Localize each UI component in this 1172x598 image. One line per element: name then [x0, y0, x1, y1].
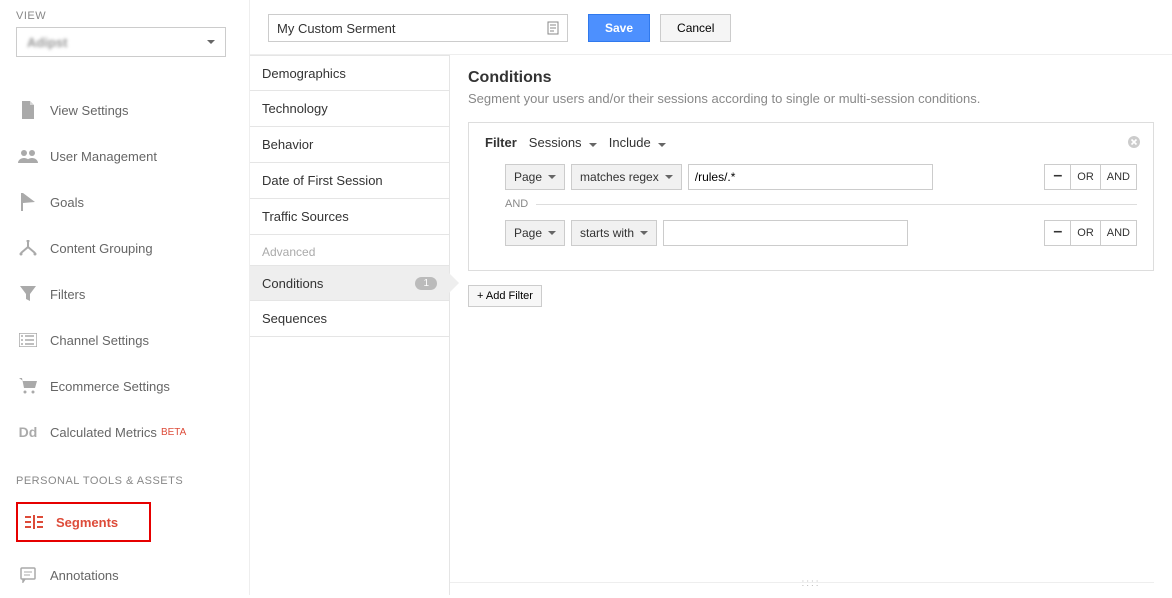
- file-icon: [16, 101, 40, 119]
- nav-filters[interactable]: Filters: [16, 271, 249, 317]
- logic-buttons: – OR AND: [1044, 164, 1137, 190]
- condition-row: Page starts with – OR AND: [505, 220, 1137, 246]
- mode-dropdown[interactable]: Include: [609, 135, 666, 150]
- resize-grip-icon[interactable]: ::::: [801, 578, 820, 589]
- nav-calculated-metrics[interactable]: Dd Calculated Metrics BETA: [16, 409, 249, 455]
- count-badge: 1: [415, 277, 437, 290]
- nav-label: Filters: [50, 287, 85, 302]
- category-list: Demographics Technology Behavior Date of…: [250, 55, 450, 595]
- segment-name-input[interactable]: My Custom Serment: [268, 14, 568, 42]
- caret-down-icon: [548, 231, 556, 235]
- caret-down-icon: [548, 175, 556, 179]
- operator-dropdown[interactable]: matches regex: [571, 164, 682, 190]
- cart-icon: [16, 378, 40, 394]
- scope-dropdown[interactable]: Sessions: [529, 135, 597, 150]
- view-value: Adipst: [27, 35, 67, 50]
- and-separator: AND: [505, 198, 1137, 210]
- remove-row-button[interactable]: –: [1045, 164, 1070, 188]
- nav-ecommerce[interactable]: Ecommerce Settings: [16, 363, 249, 409]
- cat-behavior[interactable]: Behavior: [250, 127, 449, 163]
- channel-icon: [16, 333, 40, 347]
- advanced-header: Advanced: [250, 235, 449, 265]
- and-button[interactable]: AND: [1100, 165, 1136, 189]
- main-panel: Conditions Segment your users and/or the…: [450, 55, 1172, 595]
- or-button[interactable]: OR: [1070, 221, 1100, 245]
- caret-down-icon: [207, 40, 215, 44]
- nav-goals[interactable]: Goals: [16, 179, 249, 225]
- value-input[interactable]: [688, 164, 933, 190]
- remove-filter-icon[interactable]: [1127, 135, 1141, 149]
- add-filter-button[interactable]: + Add Filter: [468, 285, 542, 307]
- or-button[interactable]: OR: [1070, 165, 1100, 189]
- nav-user-management[interactable]: User Management: [16, 133, 249, 179]
- condition-row: Page matches regex – OR AND: [505, 164, 1137, 190]
- filter-block: Filter Sessions Include Page matches reg…: [468, 122, 1154, 271]
- flag-icon: [16, 193, 40, 211]
- caret-down-icon: [640, 231, 648, 235]
- nav-label: Content Grouping: [50, 241, 153, 256]
- filter-label: Filter: [485, 135, 517, 150]
- section-header: PERSONAL TOOLS & ASSETS: [16, 475, 249, 487]
- nav-segments[interactable]: Segments: [18, 504, 149, 540]
- cat-demographics[interactable]: Demographics: [250, 55, 449, 91]
- highlight-box: Segments: [16, 502, 151, 542]
- nav-label: Calculated Metrics: [50, 425, 157, 440]
- nav-content-grouping[interactable]: Content Grouping: [16, 225, 249, 271]
- caret-down-icon: [665, 175, 673, 179]
- grouping-icon: [16, 240, 40, 256]
- page-title: Conditions: [468, 69, 1154, 87]
- nav-label: User Management: [50, 149, 157, 164]
- annotation-icon: [16, 567, 40, 583]
- value-input[interactable]: [663, 220, 908, 246]
- cat-technology[interactable]: Technology: [250, 91, 449, 127]
- logic-buttons: – OR AND: [1044, 220, 1137, 246]
- cat-traffic-sources[interactable]: Traffic Sources: [250, 199, 449, 235]
- left-sidebar: VIEW Adipst View Settings User Managemen…: [0, 0, 250, 595]
- view-selector[interactable]: Adipst: [16, 27, 226, 57]
- segments-icon: [22, 515, 46, 529]
- funnel-icon: [16, 286, 40, 302]
- nav-view-settings[interactable]: View Settings: [16, 87, 249, 133]
- caret-down-icon: [589, 143, 597, 147]
- nav-channel-settings[interactable]: Channel Settings: [16, 317, 249, 363]
- cat-conditions[interactable]: Conditions 1: [250, 265, 449, 301]
- operator-dropdown[interactable]: starts with: [571, 220, 657, 246]
- segment-name-value: My Custom Serment: [277, 21, 395, 36]
- cat-date-first-session[interactable]: Date of First Session: [250, 163, 449, 199]
- nav-label: Annotations: [50, 568, 119, 583]
- caret-down-icon: [658, 143, 666, 147]
- users-icon: [16, 149, 40, 163]
- nav-label: Channel Settings: [50, 333, 149, 348]
- and-button[interactable]: AND: [1100, 221, 1136, 245]
- dd-icon: Dd: [16, 424, 40, 440]
- cancel-button[interactable]: Cancel: [660, 14, 731, 42]
- dimension-dropdown[interactable]: Page: [505, 164, 565, 190]
- nav-label: Goals: [50, 195, 84, 210]
- remove-row-button[interactable]: –: [1045, 220, 1070, 244]
- view-label: VIEW: [16, 10, 249, 22]
- dimension-dropdown[interactable]: Page: [505, 220, 565, 246]
- nav-label: Segments: [56, 515, 118, 530]
- cat-sequences[interactable]: Sequences: [250, 301, 449, 337]
- beta-badge: BETA: [161, 427, 186, 438]
- nav-label: View Settings: [50, 103, 129, 118]
- page-description: Segment your users and/or their sessions…: [468, 91, 1154, 106]
- nav-annotations[interactable]: Annotations: [16, 552, 249, 598]
- save-button[interactable]: Save: [588, 14, 650, 42]
- nav-label: Ecommerce Settings: [50, 379, 170, 394]
- preview-icon[interactable]: [547, 21, 559, 35]
